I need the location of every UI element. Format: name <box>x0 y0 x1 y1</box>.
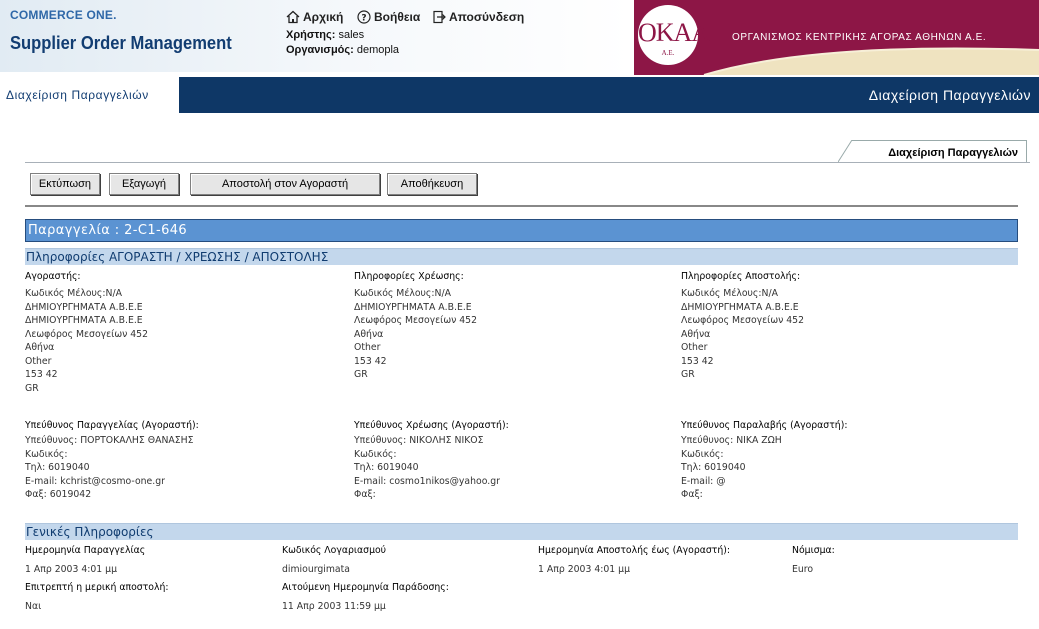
requested-delivery-value: 11 Απρ 2003 11:59 μμ <box>282 601 386 612</box>
currency-label: Νόμισμα: <box>792 545 835 556</box>
svg-text:?: ? <box>361 14 366 24</box>
buyer-line: Κωδικός Μέλους:N/A <box>25 288 122 299</box>
buyer-contact-line: E-mail: kchrist@cosmo-one.gr <box>25 475 165 487</box>
billing-contact-line: Υπεύθυνος: ΝΙΚΟΛΗΣ ΝΙΚΟΣ <box>354 435 484 446</box>
buyer-line: GR <box>25 382 39 394</box>
tab-order-management[interactable]: Διαχείριση Παραγγελιών <box>852 140 1027 162</box>
buyer-line: ΔΗΜΙΟΥΡΓΗΜΑΤΑ Α.Β.Ε.Ε <box>25 315 143 326</box>
nav-tab-order-management[interactable]: Διαχείριση Παραγγελιών <box>0 77 183 113</box>
shipping-line: Αθήνα <box>681 328 711 340</box>
org-banner: ΟΚΑΑ A.E. ΟΡΓΑΝΙΣΜΟΣ ΚΕΝΤΡΙΚΗΣ ΑΓΟΡΑΣ ΑΘ… <box>634 0 1039 75</box>
shipping-contact-details: Υπεύθυνος: ΝΙΚΑ ΖΩΗ Κωδικός: Τηλ: 601904… <box>681 434 782 502</box>
billing-line: 153 42 <box>354 355 387 367</box>
print-button[interactable]: Εκτύπωση <box>30 173 100 195</box>
section-title: Διαχείριση Παραγγελιών <box>868 87 1031 103</box>
billing-line: Κωδικός Μέλους:N/A <box>354 288 451 299</box>
buyer-line: 153 42 <box>25 369 58 380</box>
partial-shipment-label: Επιτρεπτή η μερική αποστολή: <box>25 582 169 593</box>
tab-divider <box>25 162 1030 163</box>
shipping-line: Other <box>681 342 708 353</box>
shipping-line: Λεωφόρος Μεσογείων 452 <box>681 315 805 326</box>
org-value: demopla <box>356 44 400 56</box>
help-link-label: Βοήθεια <box>374 10 421 24</box>
order-date-value: 1 Απρ 2003 4:01 μμ <box>25 564 117 575</box>
buyer-contact-line: Κωδικός: <box>25 448 68 460</box>
shipping-line: ΔΗΜΙΟΥΡΓΗΜΑΤΑ Α.Β.Ε.Ε <box>681 301 799 313</box>
section-parties-header: Πληροφορίες ΑΓΟΡΑΣΤΗ / ΧΡΕΩΣΗΣ / ΑΠΟΣΤΟΛ… <box>25 248 1018 265</box>
billing-line: Λεωφόρος Μεσογείων 452 <box>354 315 478 326</box>
org-label: Οργανισμός: <box>286 44 354 56</box>
home-link[interactable]: Αρχική <box>286 10 343 24</box>
billing-line: Other <box>354 342 381 353</box>
account-code-label: Κωδικός Λογαριασμού <box>282 545 387 556</box>
export-button[interactable]: Εξαγωγή <box>109 173 179 195</box>
billing-line: ΔΗΜΙΟΥΡΓΗΜΑΤΑ Α.Β.Ε.Ε <box>354 301 472 313</box>
logout-link[interactable]: Αποσύνδεση <box>432 10 524 24</box>
brand-small: COMMERCE ONE. <box>10 8 117 22</box>
billing-contact-line: Τηλ: 6019040 <box>354 462 419 473</box>
billing-contact-line: E-mail: cosmo1nikos@yahoo.gr <box>354 475 500 487</box>
order-date-label: Ημερομηνία Παραγγελίας <box>25 545 146 556</box>
shipping-contact-line: Κωδικός: <box>681 448 724 460</box>
billing-contact-heading: Υπεύθυνος Χρέωσης (Αγοραστή): <box>354 420 509 431</box>
logout-link-label: Αποσύνδεση <box>449 10 525 24</box>
shipping-contact-line: E-mail: @ <box>681 475 726 487</box>
user-label: Χρήστης: <box>286 29 336 41</box>
ship-by-date-value: 1 Απρ 2003 4:01 μμ <box>538 564 630 575</box>
buyer-heading: Αγοραστής: <box>25 271 81 282</box>
shipping-line: GR <box>681 369 695 380</box>
buyer-line: Other <box>25 355 52 367</box>
account-code-value: dimiourgimata <box>282 564 350 575</box>
home-icon <box>286 10 300 24</box>
logout-icon <box>433 10 446 24</box>
toolbar-divider <box>25 205 1018 207</box>
org-logo-text: ΟΚΑΑ <box>638 18 710 47</box>
ship-by-date-label: Ημερομηνία Αποστολής έως (Αγοραστή): <box>538 545 731 556</box>
home-link-label: Αρχική <box>303 10 344 24</box>
billing-line: Αθήνα <box>354 328 384 340</box>
current-organization: Οργανισμός: demopla <box>286 44 399 56</box>
shipping-contact-line: Φαξ: <box>681 489 703 500</box>
billing-contact-details: Υπεύθυνος: ΝΙΚΟΛΗΣ ΝΙΚΟΣ Κωδικός: Τηλ: 6… <box>354 434 500 502</box>
org-logo-sub: A.E. <box>661 49 675 57</box>
buyer-contact-line: Τηλ: 6019040 <box>25 462 90 473</box>
shipping-line: 153 42 <box>681 355 714 367</box>
section-general-header: Γενικές Πληροφορίες <box>25 523 1018 540</box>
billing-contact-line: Φαξ: <box>354 489 376 500</box>
save-button[interactable]: Αποθήκευση <box>387 173 477 195</box>
buyer-contact-details: Υπεύθυνος: ΠΟΡΤΟΚΑΛΗΣ ΘΑΝΑΣΗΣ Κωδικός: Τ… <box>25 434 194 502</box>
shipping-contact-heading: Υπεύθυνος Παραλαβής (Αγοραστή): <box>681 420 848 431</box>
help-icon: ? <box>357 10 371 24</box>
current-user: Χρήστης: sales <box>286 29 364 41</box>
org-title: ΟΡΓΑΝΙΣΜΟΣ ΚΕΝΤΡΙΚΗΣ ΑΓΟΡΑΣ ΑΘΗΝΩΝ Α.Ε. <box>732 32 987 43</box>
shipping-details: Κωδικός Μέλους:N/A ΔΗΜΙΟΥΡΓΗΜΑΤΑ Α.Β.Ε.Ε… <box>681 287 804 382</box>
buyer-line: Αθήνα <box>25 342 55 353</box>
buyer-contact-heading: Υπεύθυνος Παραγγελίας (Αγοραστή): <box>25 420 199 431</box>
buyer-line: ΔΗΜΙΟΥΡΓΗΜΑΤΑ Α.Β.Ε.Ε <box>25 301 143 313</box>
billing-heading: Πληροφορίες Χρέωσης: <box>354 271 464 282</box>
billing-line: GR <box>354 369 368 380</box>
user-value: sales <box>338 29 365 41</box>
send-to-buyer-button[interactable]: Αποστολή στον Αγοραστή <box>190 173 380 195</box>
order-title-bar: Παραγγελία : 2-C1-646 <box>25 219 1018 242</box>
billing-details: Κωδικός Μέλους:N/A ΔΗΜΙΟΥΡΓΗΜΑΤΑ Α.Β.Ε.Ε… <box>354 287 477 382</box>
billing-contact-line: Κωδικός: <box>354 448 397 460</box>
shipping-contact-line: Υπεύθυνος: ΝΙΚΑ ΖΩΗ <box>681 435 782 446</box>
buyer-line: Λεωφόρος Μεσογείων 452 <box>25 328 149 340</box>
brand-title: Supplier Order Management <box>10 33 232 53</box>
buyer-contact-line: Υπεύθυνος: ΠΟΡΤΟΚΑΛΗΣ ΘΑΝΑΣΗΣ <box>25 435 194 446</box>
currency-value: Euro <box>792 564 814 575</box>
shipping-line: Κωδικός Μέλους:N/A <box>681 288 778 299</box>
shipping-heading: Πληροφορίες Αποστολής: <box>681 271 801 282</box>
requested-delivery-label: Αιτούμενη Ημερομηνία Παράδοσης: <box>282 582 449 593</box>
partial-shipment-value: Ναι <box>25 601 42 612</box>
help-link[interactable]: ? Βοήθεια <box>357 10 420 24</box>
buyer-contact-line: Φαξ: 6019042 <box>25 489 92 500</box>
buyer-details: Κωδικός Μέλους:N/A ΔΗΜΙΟΥΡΓΗΜΑΤΑ Α.Β.Ε.Ε… <box>25 287 148 395</box>
shipping-contact-line: Τηλ: 6019040 <box>681 462 746 473</box>
